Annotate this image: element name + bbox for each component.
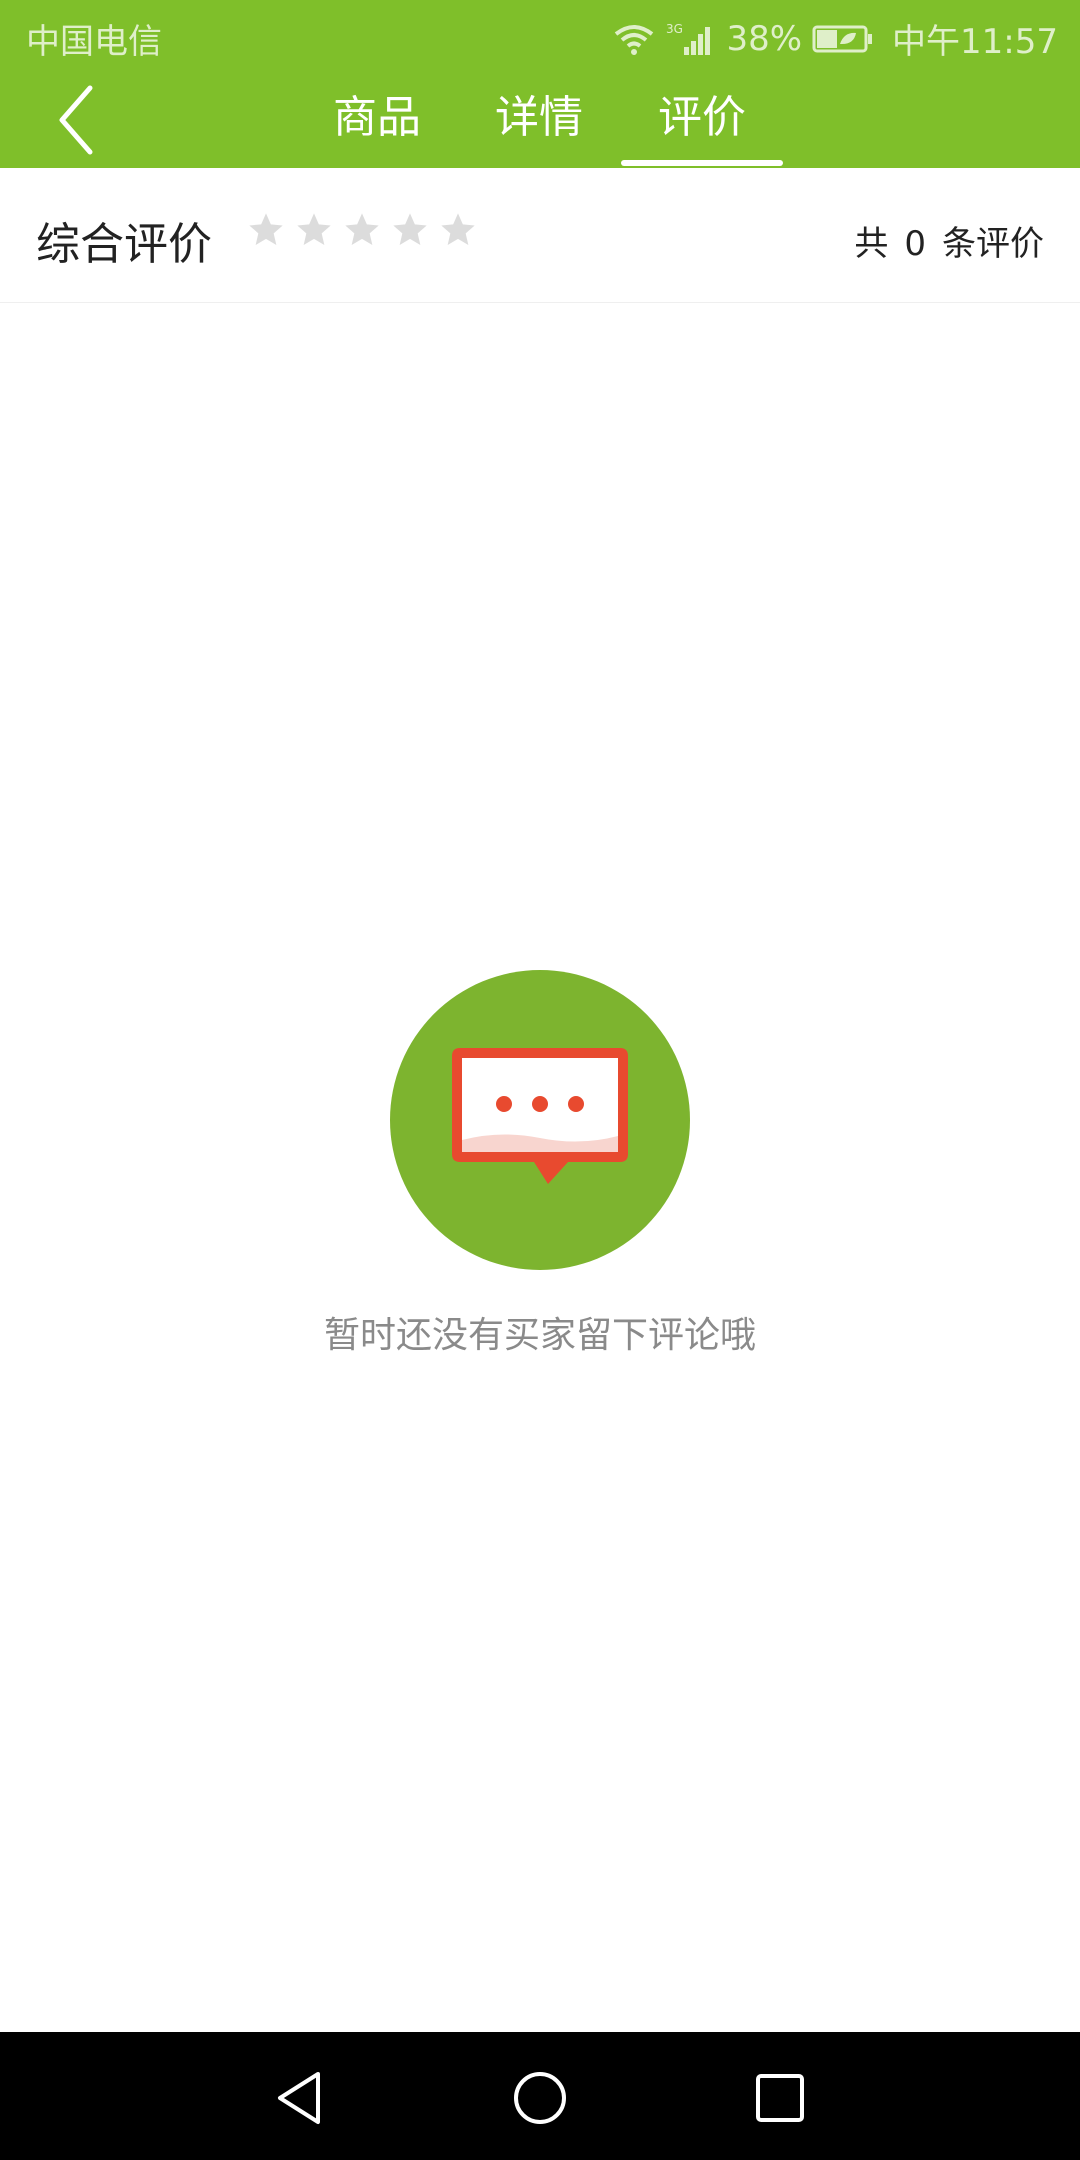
top-bar: 中国电信 3G 38% 中午11:57 商品 详情 评价 xyxy=(0,0,1080,168)
status-indicators: 3G 38% 中午11:57 xyxy=(612,14,1058,63)
battery-icon xyxy=(812,24,874,54)
nav-bar: 商品 详情 评价 xyxy=(0,72,1080,168)
square-recents-icon xyxy=(756,2074,804,2122)
rating-summary: 综合评价 共 0 条评价 xyxy=(0,168,1080,303)
battery-percent: 38% xyxy=(726,18,803,59)
star-icon xyxy=(438,210,478,250)
rating-title: 综合评价 xyxy=(36,219,212,270)
triangle-back-icon xyxy=(278,2072,320,2124)
tab-product[interactable]: 商品 xyxy=(332,82,422,154)
nav-back-button[interactable] xyxy=(270,2068,330,2128)
nav-recents-button[interactable] xyxy=(750,2068,810,2128)
clock: 中午11:57 xyxy=(892,22,1058,62)
review-count-number: 0 xyxy=(904,224,926,264)
star-icon xyxy=(294,210,334,250)
signal-icon: 3G xyxy=(666,21,714,57)
star-icon xyxy=(246,210,286,250)
chevron-left-icon xyxy=(59,85,93,155)
star-icon xyxy=(342,210,382,250)
system-nav-bar xyxy=(0,2032,1080,2160)
empty-state: 暂时还没有买家留下评论哦 xyxy=(0,970,1080,1358)
wifi-icon xyxy=(612,22,656,56)
review-count-prefix: 共 xyxy=(854,224,889,264)
review-count: 共 0 条评价 xyxy=(854,216,1044,265)
tab-reviews[interactable]: 评价 xyxy=(621,82,783,166)
empty-message: 暂时还没有买家留下评论哦 xyxy=(323,1315,756,1356)
review-count-suffix: 条评价 xyxy=(942,224,1044,264)
screen: 中国电信 3G 38% 中午11:57 商品 详情 评价 综合评价 共 0 条评… xyxy=(0,0,1080,2160)
circle-home-icon xyxy=(514,2072,566,2124)
status-bar: 中国电信 3G 38% 中午11:57 xyxy=(0,0,1080,72)
star-rating xyxy=(246,210,478,250)
network-label: 3G xyxy=(666,22,683,36)
carrier-label: 中国电信 xyxy=(26,22,162,62)
chat-bubble-icon xyxy=(390,970,690,1270)
nav-home-button[interactable] xyxy=(510,2068,570,2128)
star-icon xyxy=(390,210,430,250)
back-button[interactable] xyxy=(48,78,118,162)
tab-details[interactable]: 详情 xyxy=(494,82,584,154)
